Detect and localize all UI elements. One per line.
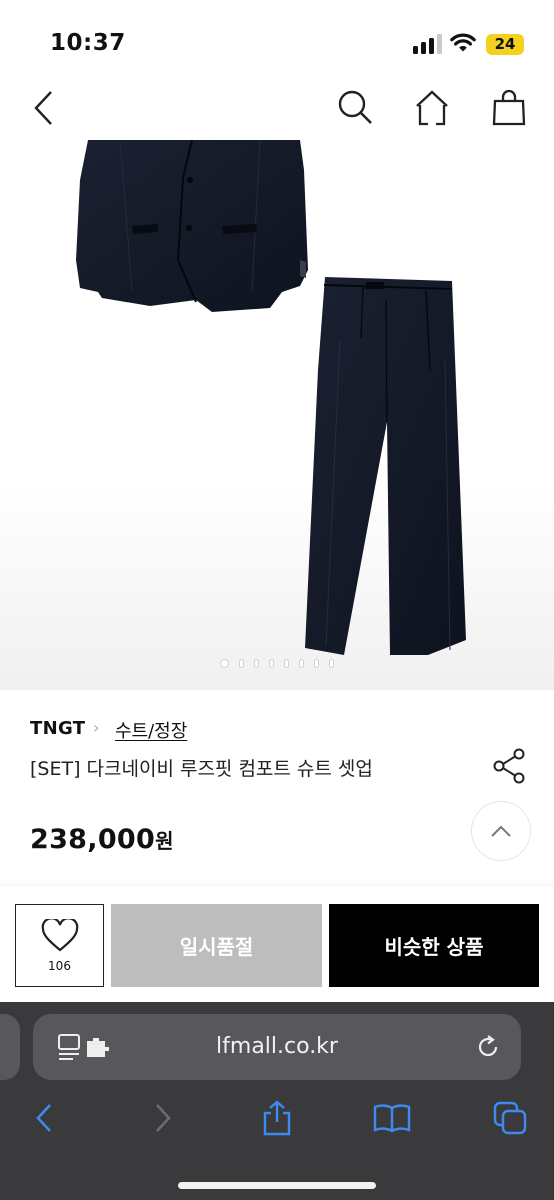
cellular-signal-icon (413, 34, 443, 54)
address-bar[interactable]: lfmall.co.kr (33, 1014, 521, 1080)
tabs-icon[interactable] (490, 1098, 530, 1138)
carousel-dot[interactable] (330, 659, 333, 667)
category-link[interactable]: 수트/정장 (115, 717, 187, 743)
share-sheet-icon[interactable] (257, 1098, 297, 1138)
product-title: [SET] 다크네이비 루즈핏 컴포트 슈트 셋업 (30, 758, 373, 780)
similar-products-button[interactable]: 비슷한 상품 (329, 904, 539, 987)
status-time: 10:37 (50, 30, 126, 56)
carousel-dot-active[interactable] (221, 659, 228, 667)
bookmarks-icon[interactable] (372, 1098, 412, 1138)
chevron-up-icon (491, 825, 511, 837)
purchase-bar: 106 일시품절 비슷한 상품 (0, 886, 554, 1002)
back-chevron-icon[interactable] (24, 88, 64, 128)
price-unit: 원 (155, 829, 174, 853)
product-price: 238,000원 (30, 824, 174, 855)
brand-link[interactable]: TNGT (30, 718, 85, 739)
status-bar: 10:37 24 (0, 0, 554, 80)
home-icon[interactable] (412, 88, 452, 128)
carousel-dot[interactable] (300, 659, 303, 667)
like-count: 106 (48, 958, 71, 973)
battery-indicator: 24 (486, 34, 524, 55)
browser-toolbar: lfmall.co.kr (0, 1002, 554, 1200)
carousel-dot[interactable] (285, 659, 288, 667)
search-icon[interactable] (335, 88, 375, 128)
carousel-dot[interactable] (315, 659, 318, 667)
product-image[interactable] (0, 140, 554, 690)
price-value: 238,000 (30, 824, 156, 855)
carousel-dot[interactable] (240, 659, 243, 667)
product-info: TNGT › 수트/정장 [SET] 다크네이비 루즈핏 컴포트 슈트 셋업 2… (0, 690, 554, 886)
breadcrumb-separator: › (93, 718, 100, 737)
carousel-dot[interactable] (270, 659, 273, 667)
shopping-bag-icon[interactable] (489, 88, 529, 128)
carousel-indicator (0, 659, 554, 667)
suit-photo (76, 140, 466, 655)
wifi-icon (450, 32, 476, 54)
back-icon[interactable] (24, 1098, 64, 1138)
reload-icon[interactable] (475, 1034, 501, 1060)
app-header (0, 80, 554, 140)
carousel-dot[interactable] (255, 659, 258, 667)
soldout-button[interactable]: 일시품절 (111, 904, 322, 987)
heart-icon (41, 918, 78, 951)
share-icon[interactable] (492, 748, 528, 784)
home-indicator (178, 1182, 376, 1189)
forward-icon[interactable] (143, 1098, 183, 1138)
scroll-top-button[interactable] (471, 801, 531, 861)
url-text: lfmall.co.kr (216, 1034, 338, 1059)
like-button[interactable]: 106 (15, 904, 104, 987)
previous-tab-peek[interactable] (0, 1014, 20, 1080)
